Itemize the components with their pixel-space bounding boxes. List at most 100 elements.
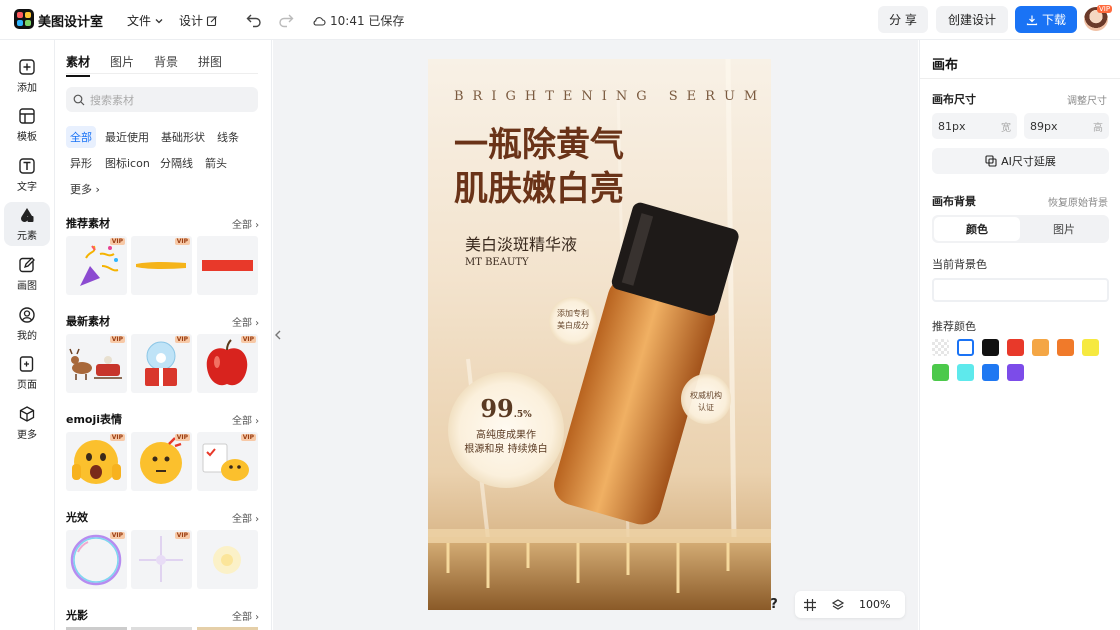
swatch-orange[interactable] [1057, 339, 1074, 356]
swatch-transparent[interactable] [932, 339, 949, 356]
vip-badge: VIP [1097, 5, 1113, 13]
poster-headline-line2: 肌肤嫩白亮 [454, 169, 624, 209]
swatch-white[interactable] [957, 339, 974, 356]
chip-recent[interactable]: 最近使用 [101, 126, 153, 148]
stat-bubble[interactable]: 99.5% 高纯度成果作 根源和泉 持续焕白 [448, 395, 564, 457]
swatch-yellow[interactable] [1082, 339, 1099, 356]
tab-color[interactable]: 颜色 [934, 217, 1020, 241]
zoom-level[interactable]: 100% [859, 598, 890, 611]
poster-headline-line1: 一瓶除黄气 [454, 125, 624, 165]
all-label: 全部 [232, 318, 252, 329]
ai-extend-button[interactable]: AI尺寸延展 [932, 148, 1109, 174]
height-field[interactable]: 89px 高 [1024, 113, 1109, 139]
undo-icon[interactable] [245, 11, 263, 29]
element-thumb-emoji-thinking[interactable]: VIP [131, 432, 192, 491]
app-logo-icon[interactable] [14, 9, 34, 29]
chip-lines[interactable]: 线条 [213, 126, 243, 148]
chip-more[interactable]: 更多 › [66, 178, 104, 200]
section-title: 光影 [66, 609, 88, 622]
collapse-panel-handle[interactable] [273, 320, 283, 350]
search-input[interactable]: 搜索素材 [66, 87, 258, 112]
restore-bg-link[interactable]: 恢复原始背景 [1048, 194, 1108, 209]
vip-badge: VIP [174, 238, 190, 245]
poster-brand[interactable]: MT BEAUTY [465, 257, 529, 268]
element-thumb-bubble[interactable]: VIP [66, 530, 127, 589]
rail-item-elements[interactable]: 元素 [4, 202, 50, 246]
rail-item-text[interactable]: 文字 [4, 153, 50, 197]
vip-badge: VIP [240, 434, 256, 441]
section-all-link[interactable]: 全部 › [232, 216, 259, 231]
rail-item-add[interactable]: 添加 [4, 54, 50, 98]
adjust-size-link[interactable]: 调整尺寸 [1067, 92, 1107, 107]
rail-label: 画图 [17, 281, 37, 292]
element-thumb-emoji-shocked[interactable]: VIP [66, 432, 127, 491]
vip-badge: VIP [109, 434, 125, 441]
chip-more-label: 更多 [70, 183, 92, 196]
element-thumb-party-popper[interactable]: VIP [66, 236, 127, 295]
design-menu[interactable]: 设计 [179, 12, 218, 29]
element-thumb-red-bar[interactable] [197, 236, 258, 295]
section-all-link[interactable]: 全部 › [232, 510, 259, 525]
top-bar: 美图设计室 文件 设计 10:41 已保存 分 享 创建设计 下载 VIP [0, 0, 1120, 40]
swatch-purple[interactable] [1007, 364, 1024, 381]
redo-icon[interactable] [277, 11, 295, 29]
element-thumb-reindeer-sleigh[interactable]: VIP [66, 334, 127, 393]
section-all-link[interactable]: 全部 › [232, 314, 259, 329]
rail-item-mine[interactable]: 我的 [4, 302, 50, 346]
current-bg-color[interactable] [932, 278, 1109, 302]
file-menu[interactable]: 文件 [127, 12, 164, 29]
section-all-link[interactable]: 全部 › [232, 608, 259, 623]
swatch-green[interactable] [932, 364, 949, 381]
element-thumb-sparkle[interactable]: VIP [131, 530, 192, 589]
element-thumb-snow-globe[interactable]: VIP [131, 334, 192, 393]
vip-badge: VIP [174, 336, 190, 343]
create-design-button[interactable]: 创建设计 [936, 6, 1008, 33]
design-poster[interactable]: BRIGHTENING SERUM 一瓶除黄气 肌肤嫩白亮 美白淡斑精华液 MT… [428, 59, 771, 610]
plus-square-icon [19, 59, 35, 75]
cube-icon [19, 406, 35, 422]
app-name[interactable]: 美图设计室 [38, 11, 103, 30]
search-placeholder: 搜索素材 [90, 93, 134, 107]
badge-certified[interactable]: 权威机构 认证 [682, 390, 730, 414]
badge-patent[interactable]: 添加专利 美白成分 [549, 308, 597, 332]
share-button[interactable]: 分 享 [878, 6, 928, 33]
section-title: 推荐素材 [66, 217, 110, 230]
tab-image[interactable]: 图片 [1021, 217, 1107, 241]
search-icon [73, 94, 85, 105]
swatch-red[interactable] [1007, 339, 1024, 356]
swatch-cyan[interactable] [957, 364, 974, 381]
width-value: 81px [938, 119, 966, 133]
element-thumb-brush-stroke[interactable]: VIP [131, 236, 192, 295]
chip-dividers[interactable]: 分隔线 [156, 152, 197, 174]
poster-eyebrow[interactable]: BRIGHTENING SERUM [454, 89, 766, 104]
badge-line: 添加专利 [557, 309, 589, 318]
user-icon [19, 307, 35, 323]
layers-icon[interactable] [831, 598, 845, 612]
grid-icon[interactable] [803, 598, 817, 612]
poster-subtitle[interactable]: 美白淡斑精华液 [465, 231, 577, 255]
rail-label: 更多 [17, 430, 37, 441]
text-icon [19, 158, 35, 174]
chip-arrows[interactable]: 箭头 [201, 152, 231, 174]
element-thumb-emoji-checklist[interactable]: VIP [197, 432, 258, 491]
rail-item-draw[interactable]: 画图 [4, 252, 50, 296]
chip-basic-shapes[interactable]: 基础形状 [157, 126, 209, 148]
chip-all[interactable]: 全部 [66, 126, 96, 148]
download-button[interactable]: 下载 [1015, 6, 1077, 33]
swatch-blue[interactable] [982, 364, 999, 381]
section-title: 最新素材 [66, 315, 110, 328]
chip-icons[interactable]: 图标icon [101, 152, 154, 174]
section-all-link[interactable]: 全部 › [232, 412, 259, 427]
rail-item-pages[interactable]: 页面 [4, 351, 50, 395]
poster-headline[interactable]: 一瓶除黄气 肌肤嫩白亮 [454, 123, 624, 211]
help-button[interactable]: ? [762, 591, 786, 618]
rail-item-template[interactable]: 模板 [4, 103, 50, 147]
swatch-light-orange[interactable] [1032, 339, 1049, 356]
chip-irregular[interactable]: 异形 [66, 152, 96, 174]
swatch-black[interactable] [982, 339, 999, 356]
element-thumb-apple[interactable]: VIP [197, 334, 258, 393]
width-field[interactable]: 81px 宽 [932, 113, 1017, 139]
save-status-text: 10:41 已保存 [330, 14, 405, 28]
element-thumb-glow[interactable] [197, 530, 258, 589]
rail-item-more[interactable]: 更多 [4, 401, 50, 445]
